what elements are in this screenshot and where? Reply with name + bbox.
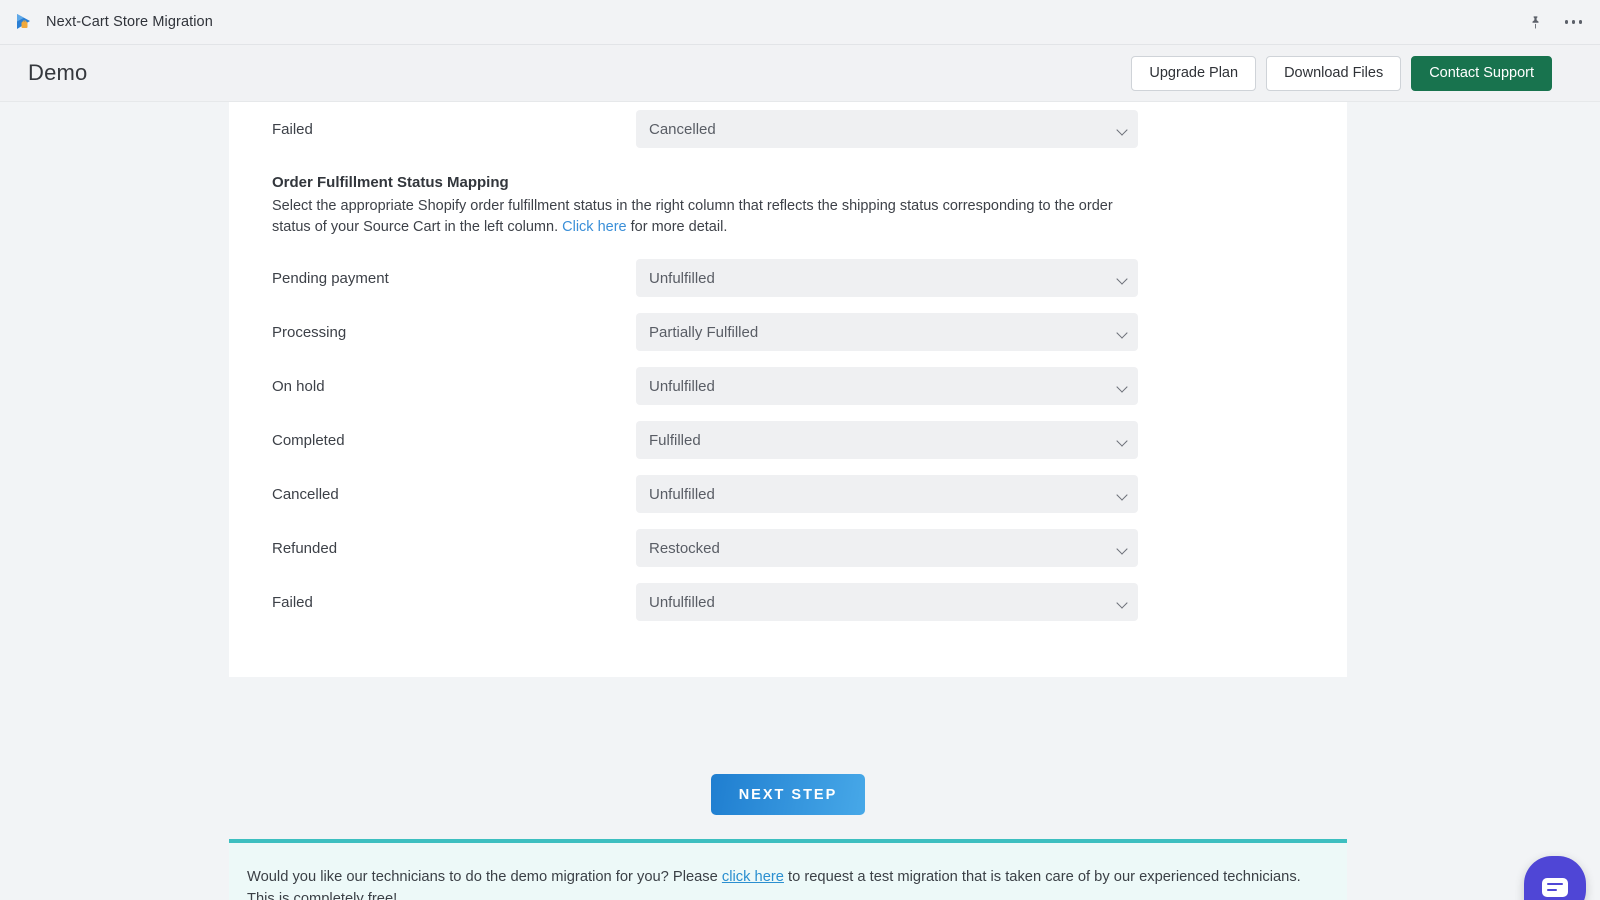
chat-widget-button[interactable]: [1524, 856, 1586, 900]
notice-paragraph-demo-migration: Would you like our technicians to do the…: [247, 866, 1329, 900]
row-label: Processing: [272, 324, 636, 341]
window-title-bar: Next-Cart Store Migration: [0, 0, 1600, 45]
info-notice: Would you like our technicians to do the…: [229, 839, 1347, 900]
fulfillment-select-cancelled[interactable]: Unfulfilled: [636, 475, 1138, 513]
fulfillment-select-completed[interactable]: Fulfilled: [636, 421, 1138, 459]
row-label: Refunded: [272, 540, 636, 557]
fulfillment-row-completed: Completed Fulfilled: [272, 413, 1304, 467]
page-body: Failed Cancelled Order Fulfillment Statu…: [0, 102, 1600, 900]
select-wrapper: Restocked: [636, 529, 1138, 567]
select-wrapper: Cancelled: [636, 110, 1138, 148]
section-title: Order Fulfillment Status Mapping: [272, 174, 1304, 191]
row-label: Completed: [272, 432, 636, 449]
select-wrapper: Unfulfilled: [636, 367, 1138, 405]
fulfillment-mapping-rows: Pending payment Unfulfilled Processing P…: [272, 251, 1304, 629]
download-files-button[interactable]: Download Files: [1266, 56, 1401, 91]
fulfillment-row-on-hold: On hold Unfulfilled: [272, 359, 1304, 413]
row-label: On hold: [272, 378, 636, 395]
select-wrapper: Unfulfilled: [636, 259, 1138, 297]
section-description-part2: for more detail.: [627, 219, 728, 235]
chat-bubble-icon: [1542, 878, 1568, 897]
fulfillment-row-pending-payment: Pending payment Unfulfilled: [272, 251, 1304, 305]
row-label: Failed: [272, 121, 636, 138]
row-label: Pending payment: [272, 270, 636, 287]
fulfillment-select-refunded[interactable]: Restocked: [636, 529, 1138, 567]
more-options-icon[interactable]: [1565, 20, 1583, 24]
click-here-link[interactable]: click here: [722, 869, 784, 885]
status-mapping-card: Failed Cancelled Order Fulfillment Statu…: [229, 102, 1347, 677]
row-label: Failed: [272, 594, 636, 611]
fulfillment-row-refunded: Refunded Restocked: [272, 521, 1304, 575]
select-wrapper: Unfulfilled: [636, 475, 1138, 513]
notice-p1-text-a: Would you like our technicians to do the…: [247, 869, 722, 885]
select-wrapper: Unfulfilled: [636, 583, 1138, 621]
fulfillment-row-processing: Processing Partially Fulfilled: [272, 305, 1304, 359]
fulfillment-select-on-hold[interactable]: Unfulfilled: [636, 367, 1138, 405]
contact-support-button[interactable]: Contact Support: [1411, 56, 1552, 91]
window-title: Next-Cart Store Migration: [46, 14, 213, 30]
header-actions: Upgrade Plan Download Files Contact Supp…: [1131, 56, 1552, 91]
fulfillment-row-cancelled: Cancelled Unfulfilled: [272, 467, 1304, 521]
next-step-container: NEXT STEP: [229, 762, 1347, 815]
fulfillment-row-failed: Failed Unfulfilled: [272, 575, 1304, 629]
click-here-link[interactable]: Click here: [562, 219, 626, 235]
select-wrapper: Fulfilled: [636, 421, 1138, 459]
site-header: Demo Upgrade Plan Download Files Contact…: [0, 45, 1600, 102]
payment-status-select-failed[interactable]: Cancelled: [636, 110, 1138, 148]
next-step-button[interactable]: NEXT STEP: [711, 774, 866, 815]
payment-status-row-failed: Failed Cancelled: [272, 102, 1304, 156]
row-label: Cancelled: [272, 486, 636, 503]
select-wrapper: Partially Fulfilled: [636, 313, 1138, 351]
upgrade-plan-button[interactable]: Upgrade Plan: [1131, 56, 1256, 91]
fulfillment-select-processing[interactable]: Partially Fulfilled: [636, 313, 1138, 351]
pin-icon[interactable]: [1528, 15, 1543, 30]
fulfillment-select-failed[interactable]: Unfulfilled: [636, 583, 1138, 621]
page-title: Demo: [28, 60, 88, 86]
section-description: Select the appropriate Shopify order ful…: [272, 196, 1142, 237]
next-cart-logo-icon: [14, 12, 34, 32]
fulfillment-select-pending-payment[interactable]: Unfulfilled: [636, 259, 1138, 297]
